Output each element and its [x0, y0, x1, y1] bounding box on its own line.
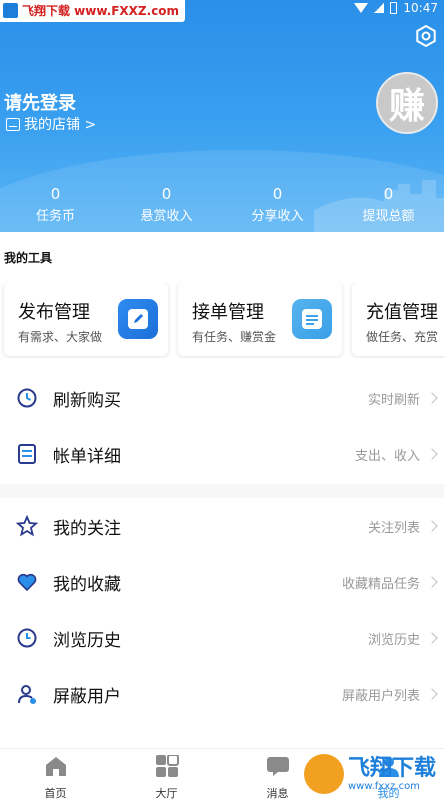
- note-icon: [292, 299, 332, 339]
- edit-icon: [118, 299, 158, 339]
- profile-header: 飞翔下载 www.FXXZ.com 10:47 请先登录 我的店铺 > 赚 0 …: [0, 0, 444, 232]
- tool-cards: 发布管理 有需求、大家做 接单管理 有任务、赚赏金 充值管理 做任务、充赏: [0, 282, 444, 358]
- battery-icon: [390, 2, 398, 14]
- stat-task-coins[interactable]: 0 任务币: [0, 185, 111, 225]
- watermark-logo-icon: [3, 3, 18, 18]
- menu-item-label: 屏蔽用户: [53, 686, 121, 707]
- tool-card-title: 充值管理: [366, 302, 438, 323]
- stat-label: 任务币: [35, 209, 75, 224]
- stat-share-income[interactable]: 0 分享收入: [222, 185, 333, 225]
- tool-card-title: 接单管理: [192, 302, 264, 323]
- star-icon: [16, 515, 38, 537]
- menu-item-blocked-users[interactable]: 屏蔽用户 屏蔽用户列表: [0, 666, 444, 722]
- heart-icon: [17, 573, 37, 592]
- watermark-text: 飞翔下载 www.FXXZ.com: [22, 4, 180, 18]
- watermark-logo-text: 飞翔下载: [347, 755, 436, 781]
- settings-icon[interactable]: [414, 24, 438, 48]
- stat-value: 0: [383, 185, 394, 203]
- section-divider: [0, 484, 444, 498]
- history-icon: [17, 628, 37, 648]
- my-shop-label: 我的店铺 >: [24, 117, 97, 133]
- avatar-char: 赚: [388, 86, 425, 127]
- menu-item-label: 我的收藏: [53, 574, 121, 595]
- shop-icon: [6, 117, 20, 131]
- watermark-logo-url: www.fxxz.com: [347, 780, 420, 792]
- grid-icon: [155, 755, 179, 777]
- tool-card-subtitle: 做任务、充赏: [366, 330, 439, 344]
- watermark-logo-badge: 飞翔下载 www.fxxz.com: [303, 754, 436, 794]
- stats-row: 0 任务币 0 悬赏收入 0 分享收入 0 提现总额: [0, 185, 444, 225]
- block-user-icon: [18, 685, 36, 704]
- menu-item-my-follows[interactable]: 我的关注 关注列表: [0, 498, 444, 554]
- chevron-right-icon: [426, 576, 438, 588]
- menu-item-refresh-purchase[interactable]: 刷新购买 实时刷新: [0, 370, 444, 426]
- bill-icon: [18, 444, 36, 464]
- tool-card-orders[interactable]: 接单管理 有任务、赚赏金: [178, 282, 342, 356]
- login-prompt[interactable]: 请先登录: [4, 89, 76, 115]
- tool-card-subtitle: 有任务、赚赏金: [192, 330, 277, 344]
- tool-card-publish[interactable]: 发布管理 有需求、大家做: [4, 282, 168, 356]
- status-time: 10:47: [403, 1, 438, 15]
- status-bar: 10:47: [354, 0, 438, 16]
- menu-item-my-favorites[interactable]: 我的收藏 收藏精品任务: [0, 554, 444, 610]
- nav-label: 首页: [44, 787, 67, 800]
- menu-item-hint: 支出、收入: [354, 448, 420, 464]
- tool-card-title: 发布管理: [18, 302, 90, 323]
- stat-bounty-income[interactable]: 0 悬赏收入: [111, 185, 222, 225]
- clock-refresh-icon: [17, 388, 37, 408]
- menu-item-label: 我的关注: [53, 518, 121, 539]
- menu-item-hint: 屏蔽用户列表: [341, 688, 420, 704]
- message-icon: [266, 757, 289, 776]
- menu-item-label: 浏览历史: [53, 630, 121, 651]
- my-shop-link[interactable]: 我的店铺 >: [6, 114, 96, 134]
- chevron-right-icon: [426, 448, 438, 460]
- chevron-right-icon: [426, 632, 438, 644]
- stat-value: 0: [272, 185, 283, 203]
- nav-tab-home[interactable]: 首页: [0, 749, 111, 800]
- stat-label: 分享收入: [251, 209, 304, 224]
- signal-icon: [374, 3, 385, 13]
- chevron-right-icon: [426, 392, 438, 404]
- tool-card-recharge[interactable]: 充值管理 做任务、充赏: [352, 282, 444, 356]
- stat-label: 提现总额: [362, 209, 415, 224]
- chevron-right-icon: [426, 688, 438, 700]
- stat-value: 0: [161, 185, 172, 203]
- menu-item-hint: 关注列表: [367, 520, 420, 536]
- tools-section-title: 我的工具: [4, 251, 53, 265]
- stat-label: 悬赏收入: [140, 209, 193, 224]
- watermark-banner: 飞翔下载 www.FXXZ.com: [0, 0, 186, 22]
- menu-item-hint: 收藏精品任务: [341, 576, 420, 592]
- menu-item-label: 帐单详细: [53, 446, 121, 467]
- wifi-icon: [354, 3, 369, 13]
- menu-item-hint: 浏览历史: [367, 632, 420, 648]
- chevron-right-icon: [426, 520, 438, 532]
- watermark-logo-icon: [303, 754, 344, 794]
- menu-item-label: 刷新购买: [53, 390, 121, 411]
- nav-label: 大厅: [155, 787, 178, 800]
- menu-item-history[interactable]: 浏览历史 浏览历史: [0, 610, 444, 666]
- nav-tab-hall[interactable]: 大厅: [111, 749, 222, 800]
- avatar[interactable]: 赚: [376, 72, 438, 134]
- menu-item-bill-details[interactable]: 帐单详细 支出、收入: [0, 426, 444, 482]
- menu-item-hint: 实时刷新: [367, 392, 420, 408]
- home-icon: [45, 757, 66, 776]
- tool-card-subtitle: 有需求、大家做: [18, 330, 103, 344]
- stat-value: 0: [50, 185, 61, 203]
- stat-withdraw-total[interactable]: 0 提现总额: [333, 185, 444, 225]
